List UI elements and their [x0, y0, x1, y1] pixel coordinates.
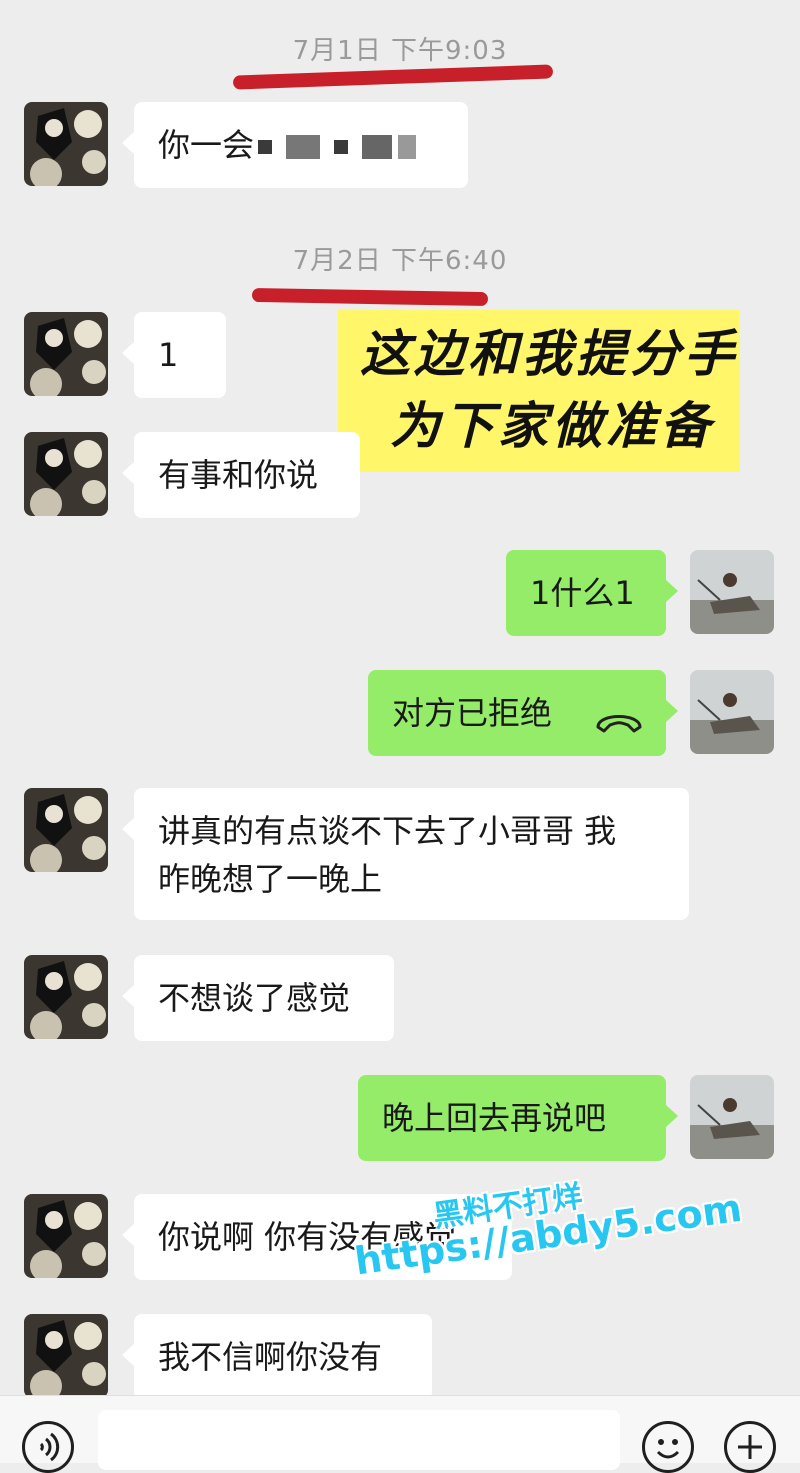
message-text: 你一会: [158, 126, 255, 164]
call-declined-icon: [594, 700, 644, 748]
message-text: 1: [158, 336, 179, 374]
message-bubble[interactable]: 我不信啊你没有: [122, 1314, 432, 1400]
message-text: 讲真的有点谈不下去了小哥哥 我: [158, 812, 617, 850]
message-bubble[interactable]: 1: [122, 312, 226, 398]
message-text: 对方已拒绝: [392, 694, 553, 732]
annotation-callout: 这边和我提分手 为下家做准备: [338, 310, 740, 472]
message-input[interactable]: [98, 1410, 620, 1470]
plus-icon[interactable]: [724, 1421, 776, 1473]
contact-avatar[interactable]: [24, 102, 108, 186]
my-avatar[interactable]: [690, 670, 774, 754]
my-avatar[interactable]: [690, 1075, 774, 1159]
voice-toggle-icon[interactable]: [22, 1421, 74, 1473]
message-text: 我不信啊你没有: [158, 1338, 383, 1376]
callout-line: 为下家做准备: [390, 397, 714, 455]
timestamp-jul2: 7月2日 下午6:40: [292, 246, 508, 276]
contact-avatar[interactable]: [24, 432, 108, 516]
message-text: 1什么1: [530, 574, 635, 612]
timestamp-jul1: 7月1日 下午9:03: [292, 36, 508, 66]
contact-avatar[interactable]: [24, 312, 108, 396]
message-text: 不想谈了感觉: [158, 979, 351, 1017]
blurred-text: [362, 135, 393, 159]
blurred-text: [258, 140, 273, 154]
contact-avatar[interactable]: [24, 1194, 108, 1278]
blurred-text: [334, 140, 349, 154]
annotation-underline: [232, 64, 554, 90]
call-record-bubble[interactable]: 对方已拒绝: [368, 670, 678, 756]
message-bubble[interactable]: 你一会: [122, 102, 468, 188]
blurred-text: [286, 135, 321, 159]
message-bubble[interactable]: 有事和你说: [122, 432, 360, 518]
message-text: 有事和你说: [158, 456, 319, 494]
message-bubble[interactable]: 讲真的有点谈不下去了小哥哥 我 昨晚想了一晚上: [122, 788, 689, 920]
annotation-underline: [251, 287, 489, 307]
message-bubble-outgoing[interactable]: 晚上回去再说吧: [358, 1075, 678, 1161]
blurred-text: [398, 135, 417, 159]
message-text: 昨晚想了一晚上: [158, 860, 383, 898]
message-bubble-outgoing[interactable]: 1什么1: [506, 550, 678, 636]
contact-avatar[interactable]: [24, 955, 108, 1039]
message-bubble[interactable]: 不想谈了感觉: [122, 955, 394, 1041]
chat-input-bar: [0, 1395, 800, 1473]
emoji-icon[interactable]: [642, 1421, 694, 1473]
contact-avatar[interactable]: [24, 1314, 108, 1398]
message-text: 晚上回去再说吧: [382, 1099, 607, 1137]
callout-line: 这边和我提分手: [360, 325, 738, 383]
contact-avatar[interactable]: [24, 788, 108, 872]
my-avatar[interactable]: [690, 550, 774, 634]
